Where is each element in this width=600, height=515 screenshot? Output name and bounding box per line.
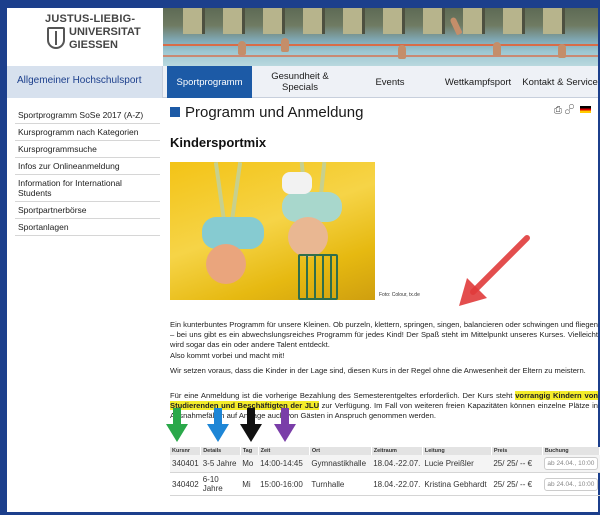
cell-kursnr: 340401: [170, 455, 201, 473]
col-header-zeitraum: Zeitraum: [371, 447, 423, 455]
sidebar-item-kategorien[interactable]: Kursprogramm nach Kategorien: [15, 124, 160, 141]
booking-status-badge[interactable]: ab 24.04., 10:00: [544, 457, 598, 470]
cell-zeit: 14:00-14:45: [258, 455, 310, 473]
university-logo[interactable]: JUSTUS-LIEBIG- UNIVERSITAT GIESSEN: [7, 8, 163, 66]
nav-tab-sportprogramm[interactable]: Sportprogramm: [167, 66, 252, 98]
table-row: 340401 3-5 Jahre Mo 14:00-14:45 Gymnasti…: [170, 455, 600, 473]
cell-preis[interactable]: 25/ 25/ -- €: [491, 472, 543, 496]
green-arrow-icon: [166, 408, 188, 442]
sidebar-item-onlineanmeldung[interactable]: Infos zur Onlineanmeldung: [15, 158, 160, 175]
description-paragraph-2: Also kommt vorbei und macht mit!: [170, 351, 285, 360]
course-title: Kindersportmix: [170, 135, 267, 150]
col-header-kursnr: Kursnr: [170, 447, 202, 455]
col-header-details: Details: [200, 447, 241, 455]
cell-leitung-link[interactable]: Kristina Gebhardt: [422, 472, 492, 496]
para4-text-a: Für eine Anmeldung ist die vorherige Bez…: [170, 391, 516, 400]
page-title: Programm und Anmeldung: [170, 104, 363, 121]
nav-tab-kontakt[interactable]: Kontakt & Service: [522, 66, 598, 98]
nav-home-label: Allgemeiner Hochschulsport: [17, 75, 142, 86]
sidebar: Sportprogramm SoSe 2017 (A-Z) Kursprogra…: [15, 107, 160, 236]
description-paragraph-4: Für eine Anmeldung ist die vorherige Bez…: [170, 391, 598, 420]
nav-tab-events[interactable]: Events: [346, 66, 434, 98]
sidebar-item-sportprogramm-az[interactable]: Sportprogramm SoSe 2017 (A-Z): [15, 107, 160, 124]
black-arrow-icon: [240, 408, 262, 442]
cell-kursnr: 340402: [170, 472, 201, 496]
course-table: Kursnr Details Tag Zeit Ort Zeitraum Lei…: [170, 447, 600, 496]
purple-arrow-icon: [274, 408, 296, 442]
blue-arrow-icon: [207, 408, 229, 442]
col-header-buchung: Buchung: [542, 447, 600, 455]
title-square-icon: [170, 107, 180, 117]
page-tools: ⎙ ☍: [554, 105, 592, 116]
language-flag-icon[interactable]: [580, 106, 592, 113]
cell-tag: Mo: [240, 455, 259, 473]
cell-zeitraum-link[interactable]: 18.04.-22.07.: [371, 455, 423, 473]
print-icon[interactable]: ⎙: [554, 105, 562, 116]
sidebar-item-sportpartnerboerse[interactable]: Sportpartnerbörse: [15, 202, 160, 219]
cell-details: 3-5 Jahre: [200, 455, 241, 473]
cell-buchung: ab 24.04., 10:00: [542, 472, 600, 496]
logo-line-2: UNIVERSITAT: [69, 26, 141, 38]
nav-tab-wettkampfsport[interactable]: Wettkampfsport: [434, 66, 522, 98]
site-header: JUSTUS-LIEBIG- UNIVERSITAT GIESSEN: [7, 8, 598, 66]
col-header-ort: Ort: [309, 447, 372, 455]
cell-zeitraum-link[interactable]: 18.04.-22.07.: [371, 472, 423, 496]
nav-home-link[interactable]: Allgemeiner Hochschulsport: [7, 66, 163, 98]
cell-preis[interactable]: 25/ 25/ -- €: [491, 455, 543, 473]
logo-line-3: GIESSEN: [69, 39, 118, 51]
sidebar-item-international[interactable]: Information for International Students: [15, 175, 160, 202]
col-header-preis: Preis: [491, 447, 543, 455]
main-navigation: Allgemeiner Hochschulsport Sportprogramm…: [7, 66, 598, 98]
red-arrow-annotation-icon: [459, 235, 530, 306]
col-header-zeit: Zeit: [258, 447, 310, 455]
course-photo: [170, 162, 375, 300]
logo-line-1: JUSTUS-LIEBIG-: [45, 13, 136, 25]
sidebar-item-kurssuche[interactable]: Kursprogrammsuche: [15, 141, 160, 158]
page-title-text: Programm und Anmeldung: [185, 104, 364, 121]
photo-credit: Foto: Colour, tx.de: [379, 292, 420, 298]
cell-ort-link[interactable]: Gymnastikhalle: [309, 455, 372, 473]
cell-buchung: ab 24.04., 10:00: [542, 455, 600, 473]
sidebar-item-sportanlagen[interactable]: Sportanlagen: [15, 219, 160, 236]
description-paragraph-3: Wir setzen voraus, dass die Kinder in de…: [170, 366, 586, 375]
booking-status-badge[interactable]: ab 24.04., 10:00: [544, 477, 598, 491]
cell-details: 6-10 Jahre: [200, 472, 241, 496]
university-seal-icon: [47, 27, 65, 49]
cell-leitung-link[interactable]: Lucie Preißler: [422, 455, 492, 473]
col-header-leitung: Leitung: [422, 447, 492, 455]
nav-tab-gesundheit[interactable]: Gesundheit & Specials: [254, 66, 346, 98]
col-header-tag: Tag: [240, 447, 259, 455]
cell-zeit: 15:00-16:00: [258, 472, 310, 496]
cell-tag: Mi: [240, 472, 259, 496]
top-border: [0, 0, 600, 8]
table-row: 340402 6-10 Jahre Mi 15:00-16:00 Turnhal…: [170, 472, 600, 496]
link-icon[interactable]: ☍: [565, 105, 574, 116]
cell-ort-link[interactable]: Turnhalle: [309, 472, 372, 496]
description-paragraph-1: Ein kunterbuntes Programm für unsere Kle…: [170, 320, 598, 349]
header-banner-image: [163, 8, 598, 66]
